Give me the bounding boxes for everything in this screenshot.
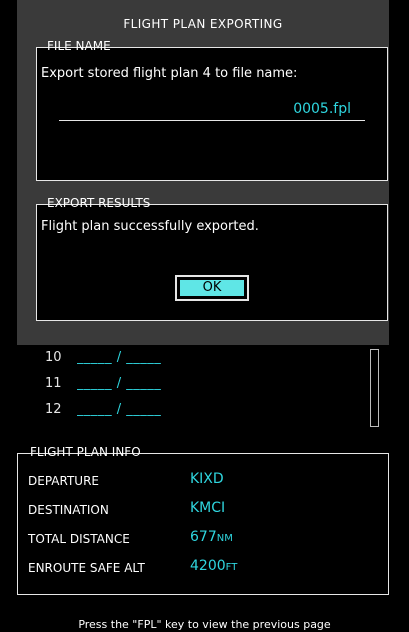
list-item[interactable]: 10 _____ / _____ (45, 350, 161, 365)
list-item-number: 12 (45, 402, 62, 417)
destination-label: DESTINATION (28, 503, 109, 517)
total-distance-label: TOTAL DISTANCE (28, 532, 130, 546)
filename-field[interactable]: 0005.fpl (293, 101, 351, 117)
export-results-label: EXPORT RESULTS (47, 196, 151, 210)
filename-underline (59, 120, 365, 121)
enroute-safe-alt-unit: FT (225, 562, 238, 573)
enroute-safe-alt-value: 4200FT (190, 558, 237, 574)
export-dialog: FLIGHT PLAN EXPORTING FILE NAME Export s… (17, 0, 389, 345)
export-message: Flight plan successfully exported. (41, 219, 259, 234)
dialog-title: FLIGHT PLAN EXPORTING (123, 17, 283, 31)
list-item[interactable]: 11 _____ / _____ (45, 376, 161, 391)
flight-plan-list: 10 _____ / _____ 11 _____ / _____ 12 ___… (17, 347, 389, 429)
list-item-number: 11 (45, 376, 62, 391)
total-distance-number: 677 (190, 529, 217, 545)
list-item[interactable]: 12 _____ / _____ (45, 402, 161, 417)
list-scrollbar[interactable] (370, 349, 379, 427)
total-distance-unit: NM (216, 533, 233, 544)
ok-button-label: OK (180, 280, 244, 296)
file-name-label: FILE NAME (47, 39, 111, 53)
footer-hint: Press the "FPL" key to view the previous… (78, 618, 331, 631)
enroute-safe-alt-number: 4200 (190, 558, 226, 574)
flight-plan-info-group: FLIGHT PLAN INFO DEPARTURE KIXD DESTINAT… (17, 445, 389, 595)
enroute-safe-alt-label: ENROUTE SAFE ALT (28, 561, 145, 575)
ok-button[interactable]: OK (175, 275, 249, 301)
flight-plan-info-label: FLIGHT PLAN INFO (30, 445, 141, 459)
departure-value: KIXD (190, 471, 224, 487)
list-item-waypoint: _____ / _____ (77, 402, 162, 417)
list-item-waypoint: _____ / _____ (77, 376, 162, 391)
total-distance-value: 677NM (190, 529, 233, 545)
file-name-group: FILE NAME Export stored flight plan 4 to… (36, 39, 388, 181)
departure-label: DEPARTURE (28, 474, 99, 488)
export-results-group: EXPORT RESULTS Flight plan successfully … (36, 196, 388, 321)
list-item-number: 10 (45, 350, 62, 365)
export-prompt: Export stored flight plan 4 to file name… (41, 66, 298, 81)
list-item-waypoint: _____ / _____ (77, 350, 162, 365)
destination-value: KMCI (190, 500, 226, 516)
